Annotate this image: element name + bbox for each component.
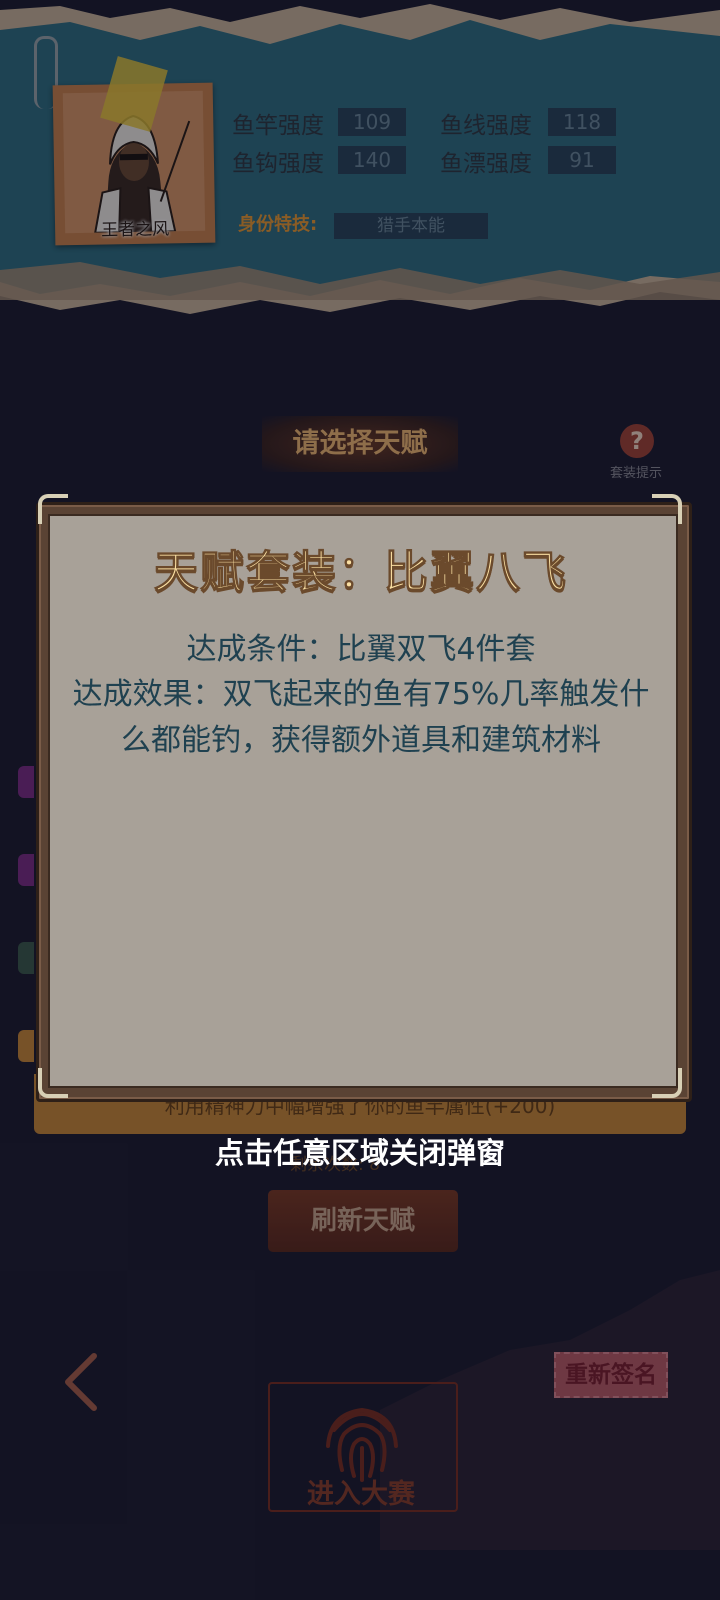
corner-ornament-br bbox=[652, 1068, 682, 1098]
set-condition: 达成条件：比翼双飞4件套 bbox=[186, 632, 536, 667]
talent-set-modal bbox=[48, 514, 678, 1088]
set-effect: 达成效果：双飞起来的鱼有75%几率触发什么都能钓，获得额外道具和建筑材料 bbox=[72, 677, 650, 758]
corner-ornament-tr bbox=[652, 494, 682, 524]
close-hint: 点击任意区域关闭弹窗 bbox=[214, 1136, 505, 1170]
modal-title: 天赋套装：比翼八飞 bbox=[154, 547, 568, 599]
corner-ornament-bl bbox=[38, 1068, 68, 1098]
corner-ornament-tl bbox=[38, 494, 68, 524]
